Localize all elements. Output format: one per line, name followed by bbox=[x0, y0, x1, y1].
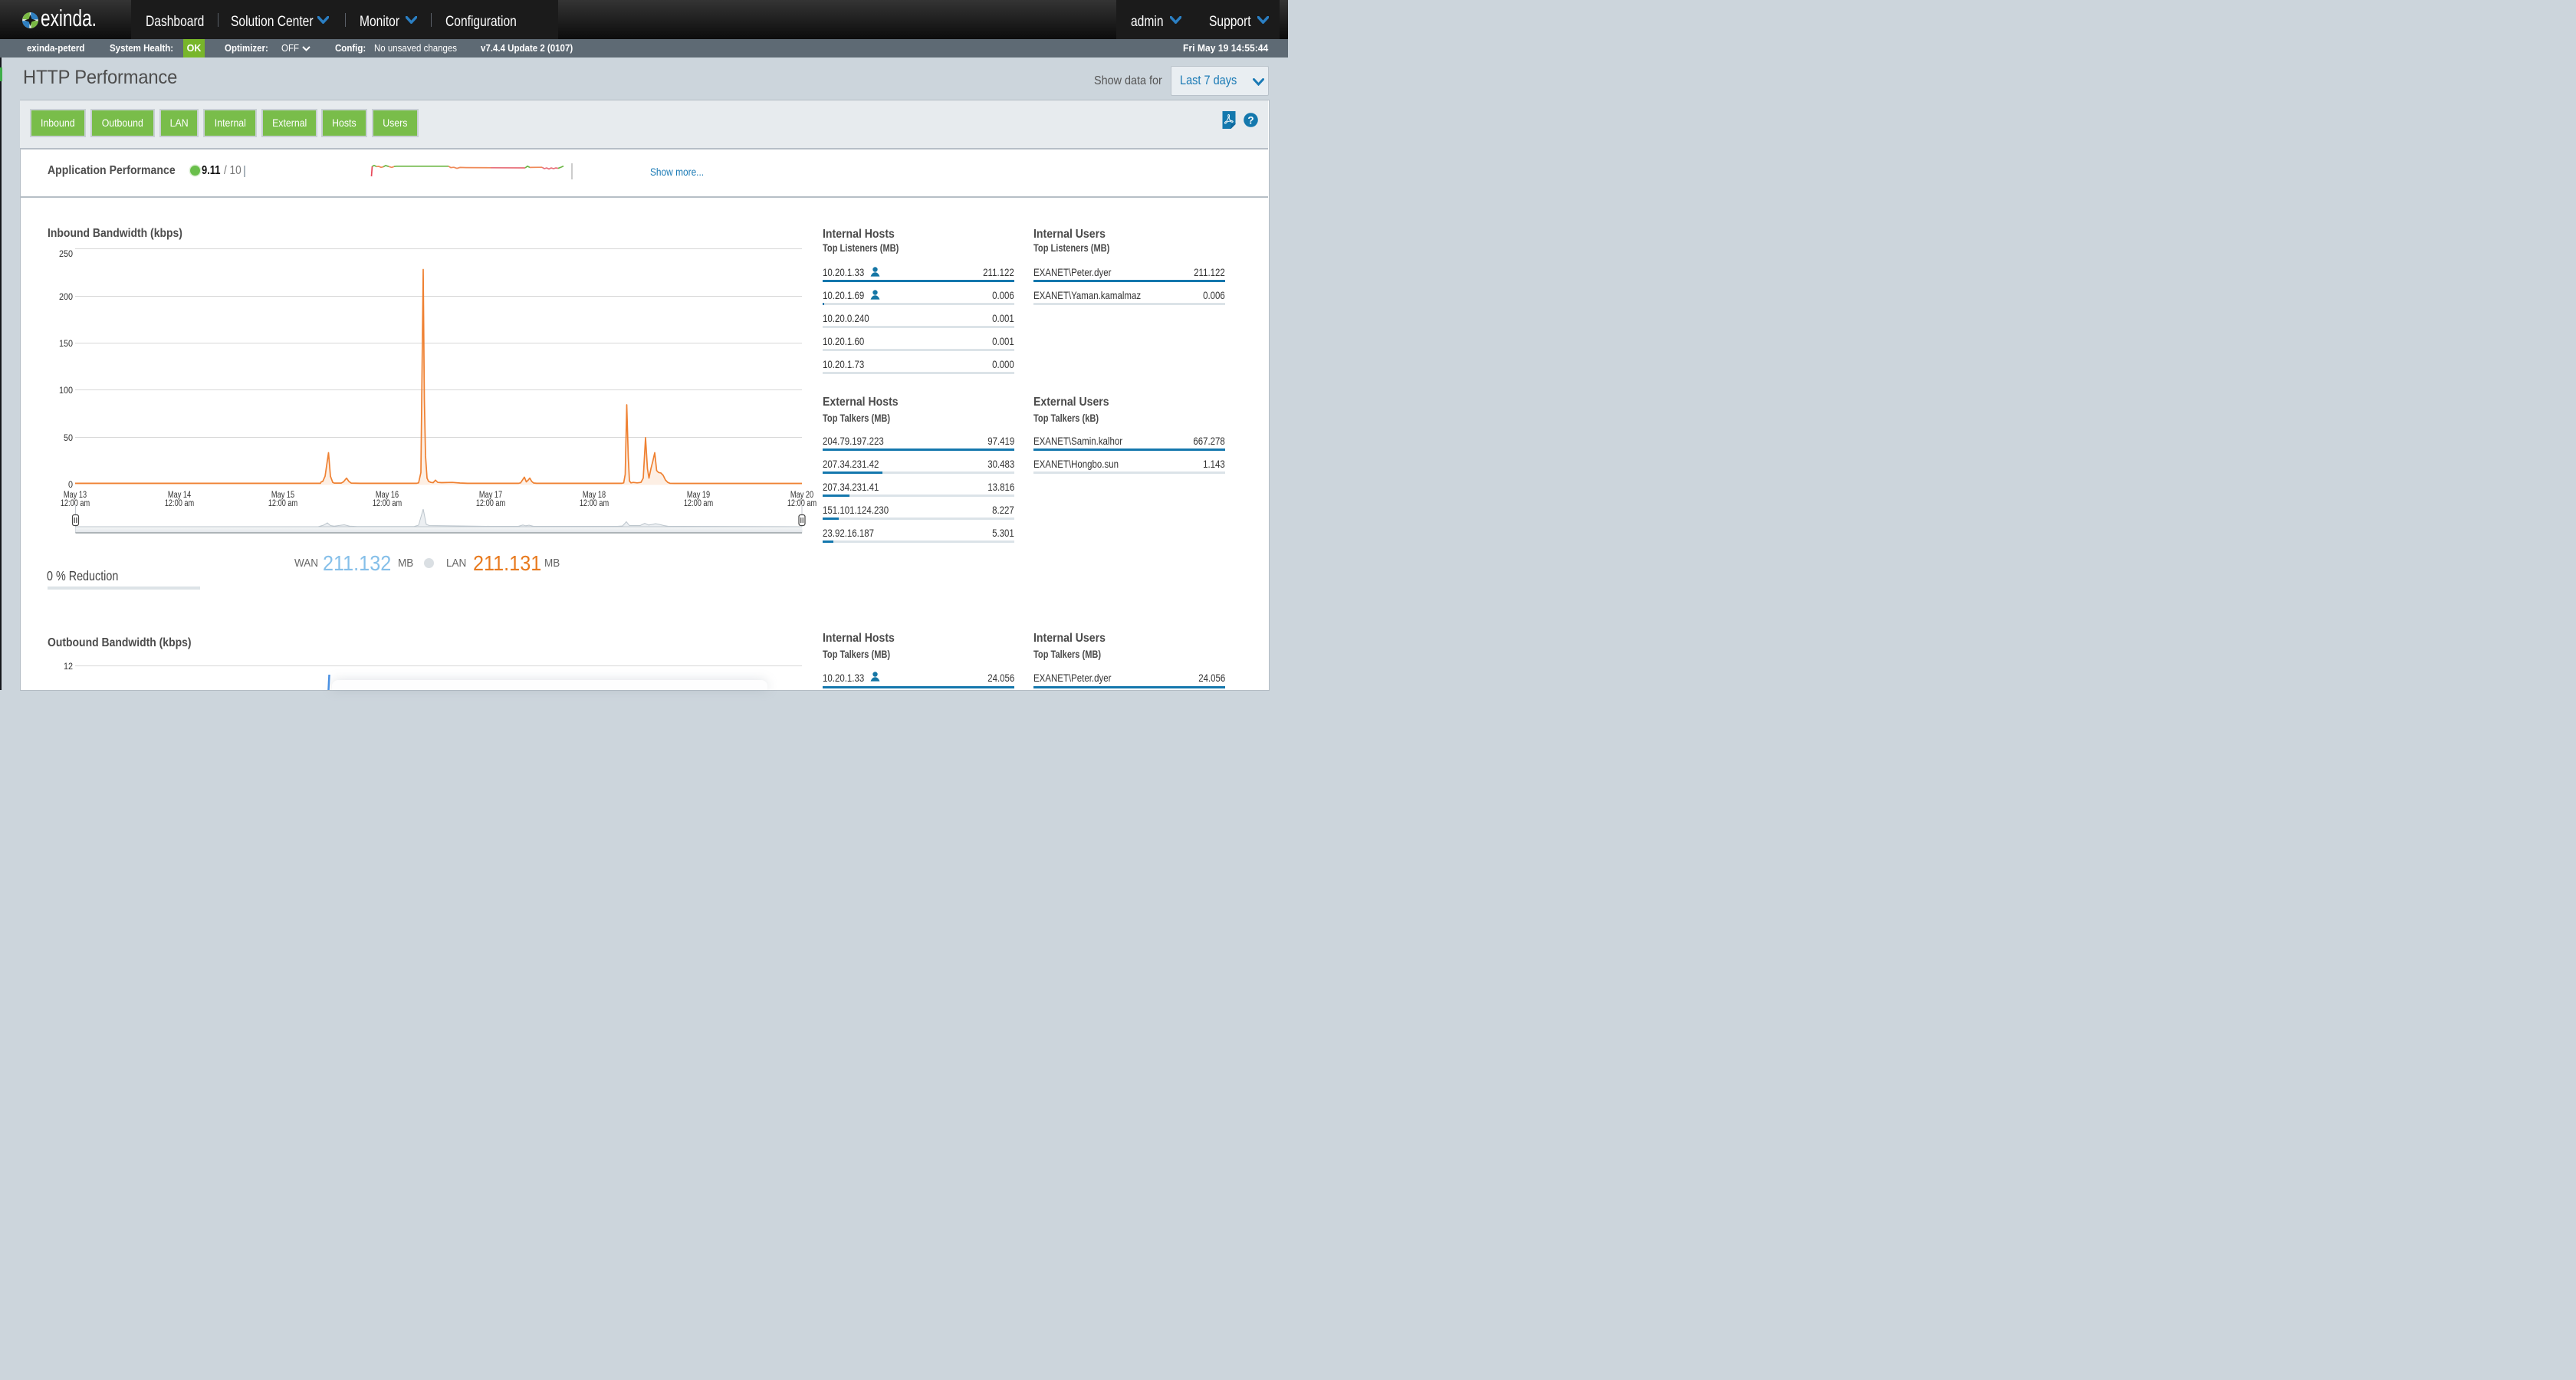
svg-text:?: ? bbox=[1247, 114, 1254, 126]
